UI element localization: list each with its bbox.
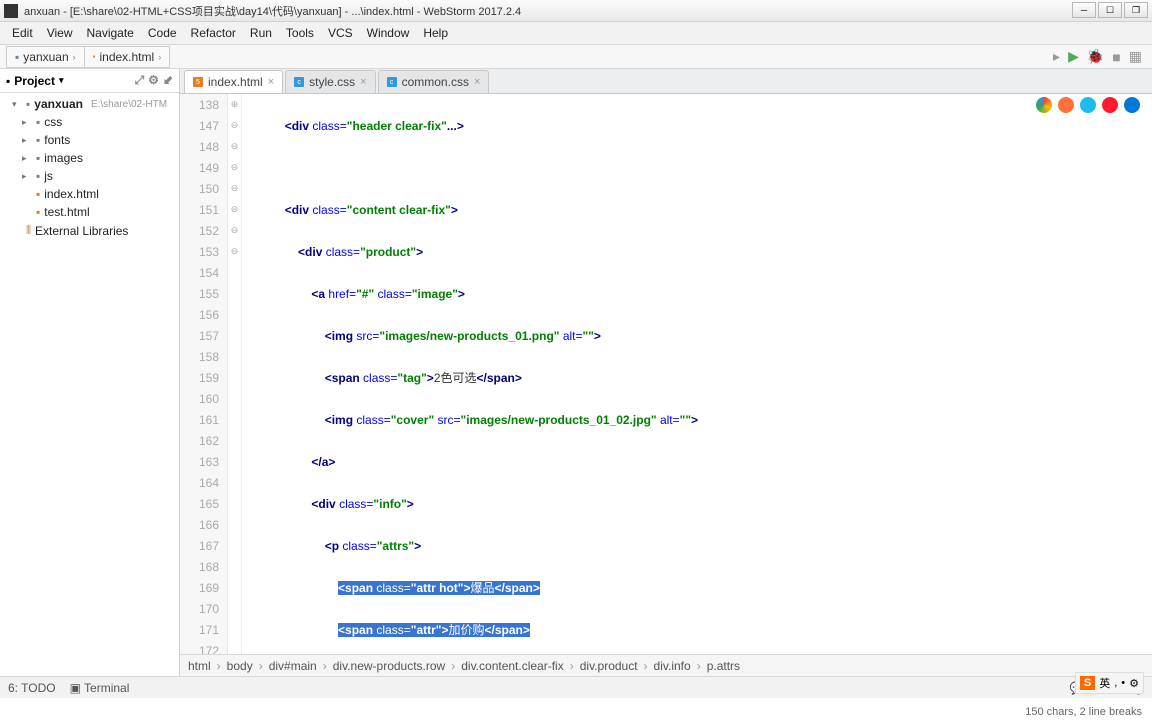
tree-folder-js[interactable]: ▸▪js xyxy=(0,167,179,185)
run-icon[interactable]: ▶ xyxy=(1068,48,1079,65)
editor-tabs: 5index.html× cstyle.css× ccommon.css× xyxy=(180,69,1152,94)
tab-common-css[interactable]: ccommon.css× xyxy=(378,70,490,93)
window-buttons: ─ ☐ ❐ xyxy=(1072,2,1148,18)
statusbar: 6: TODO ▣ Terminal 💬 Event Log xyxy=(0,676,1152,698)
debug-icon[interactable]: 🐞 xyxy=(1087,48,1104,65)
crumb-info[interactable]: div.info xyxy=(654,659,691,673)
tab-label: style.css xyxy=(309,75,355,89)
tab-label: common.css xyxy=(402,75,469,89)
close-icon[interactable]: × xyxy=(474,76,480,88)
menu-refactor[interactable]: Refactor xyxy=(185,24,242,42)
edge-icon[interactable] xyxy=(1124,97,1140,113)
crumb-row[interactable]: div.new-products.row xyxy=(333,659,446,673)
hide-icon[interactable]: ⬋ xyxy=(163,73,173,88)
code-editor[interactable]: 1381471481491501511521531541551561571581… xyxy=(180,94,1152,654)
browser-preview-icons xyxy=(1036,97,1140,113)
todo-button[interactable]: 6: TODO xyxy=(8,681,56,695)
ime-tray[interactable]: S 英 , • ⚙ xyxy=(1075,672,1144,694)
crumb-main[interactable]: div#main xyxy=(269,659,317,673)
restore-button[interactable]: ❐ xyxy=(1124,2,1148,18)
more-icon[interactable]: ▦ xyxy=(1129,48,1142,65)
menu-window[interactable]: Window xyxy=(361,24,416,42)
tree-file-index[interactable]: ▪index.html xyxy=(0,185,179,203)
minimize-button[interactable]: ─ xyxy=(1072,2,1096,18)
close-icon[interactable]: × xyxy=(360,76,366,88)
menu-vcs[interactable]: VCS xyxy=(322,24,359,42)
ime-punct[interactable]: , xyxy=(1114,677,1117,689)
tab-label: index.html xyxy=(208,75,263,89)
menu-edit[interactable]: Edit xyxy=(6,24,39,42)
ime-icon[interactable]: S xyxy=(1080,676,1095,690)
project-sidebar: ▪Project▾ ⤢⚙⬋ ▾▪yanxuanE:\share\02-HTM ▸… xyxy=(0,69,180,676)
app-icon xyxy=(4,4,18,18)
crumb-html[interactable]: html xyxy=(188,659,211,673)
project-tree[interactable]: ▾▪yanxuanE:\share\02-HTM ▸▪css ▸▪fonts ▸… xyxy=(0,93,179,242)
menubar: Edit View Navigate Code Refactor Run Too… xyxy=(0,22,1152,45)
navigation-bar: ▪yanxuan› ▪index.html› ▸ ▶ 🐞 ■ ▦ xyxy=(0,45,1152,69)
fold-gutter[interactable]: ⊕⊖⊖⊖⊖⊖⊖⊖ xyxy=(228,94,242,654)
code-content[interactable]: <div class="header clear-fix"...> <div c… xyxy=(242,94,1152,654)
firefox-icon[interactable] xyxy=(1058,97,1074,113)
menu-code[interactable]: Code xyxy=(142,24,183,42)
menu-navigate[interactable]: Navigate xyxy=(80,24,139,42)
titlebar: anxuan - [E:\share\02-HTML+CSS项目实战\day14… xyxy=(0,0,1152,22)
menu-view[interactable]: View xyxy=(41,24,79,42)
tree-file-test[interactable]: ▪test.html xyxy=(0,203,179,221)
collapse-icon[interactable]: ⤢ xyxy=(135,73,145,88)
tab-style-css[interactable]: cstyle.css× xyxy=(285,70,375,93)
selection-info: 150 chars, 2 line breaks xyxy=(1025,706,1142,718)
ime-settings-icon[interactable]: ⚙ xyxy=(1129,677,1139,690)
close-icon[interactable]: × xyxy=(268,76,274,88)
nav-file[interactable]: index.html xyxy=(99,50,154,64)
tab-index-html[interactable]: 5index.html× xyxy=(184,70,283,93)
project-header[interactable]: ▪Project▾ ⤢⚙⬋ xyxy=(0,69,179,93)
tree-folder-fonts[interactable]: ▸▪fonts xyxy=(0,131,179,149)
tree-folder-css[interactable]: ▸▪css xyxy=(0,113,179,131)
nav-breadcrumb[interactable]: ▪yanxuan› ▪index.html› xyxy=(6,46,170,68)
ime-width[interactable]: • xyxy=(1121,677,1125,689)
crumb-content[interactable]: div.content.clear-fix xyxy=(461,659,564,673)
ime-lang[interactable]: 英 xyxy=(1099,675,1110,691)
tree-folder-images[interactable]: ▸▪images xyxy=(0,149,179,167)
menu-run[interactable]: Run xyxy=(244,24,278,42)
crumb-body[interactable]: body xyxy=(227,659,253,673)
safari-icon[interactable] xyxy=(1080,97,1096,113)
line-gutter: 1381471481491501511521531541551561571581… xyxy=(180,94,228,654)
stop-icon[interactable]: ■ xyxy=(1112,49,1120,65)
menu-help[interactable]: Help xyxy=(417,24,454,42)
chrome-icon[interactable] xyxy=(1036,97,1052,113)
tree-external[interactable]: ⫴External Libraries xyxy=(0,221,179,240)
crumb-product[interactable]: div.product xyxy=(580,659,638,673)
terminal-button[interactable]: ▣ Terminal xyxy=(70,681,130,695)
editor-breadcrumb[interactable]: html› body› div#main› div.new-products.r… xyxy=(180,654,1152,676)
gear-icon[interactable]: ⚙ xyxy=(148,73,159,88)
build-icon[interactable]: ▸ xyxy=(1053,48,1060,65)
maximize-button[interactable]: ☐ xyxy=(1098,2,1122,18)
opera-icon[interactable] xyxy=(1102,97,1118,113)
tree-root[interactable]: ▾▪yanxuanE:\share\02-HTM xyxy=(0,95,179,113)
editor: 5index.html× cstyle.css× ccommon.css× 13… xyxy=(180,69,1152,676)
window-title: anxuan - [E:\share\02-HTML+CSS项目实战\day14… xyxy=(24,3,521,19)
crumb-attrs[interactable]: p.attrs xyxy=(707,659,740,673)
menu-tools[interactable]: Tools xyxy=(280,24,320,42)
toolbar-run: ▸ ▶ 🐞 ■ ▦ xyxy=(1053,48,1142,65)
project-header-label: Project xyxy=(14,74,55,88)
nav-project[interactable]: yanxuan xyxy=(23,50,68,64)
